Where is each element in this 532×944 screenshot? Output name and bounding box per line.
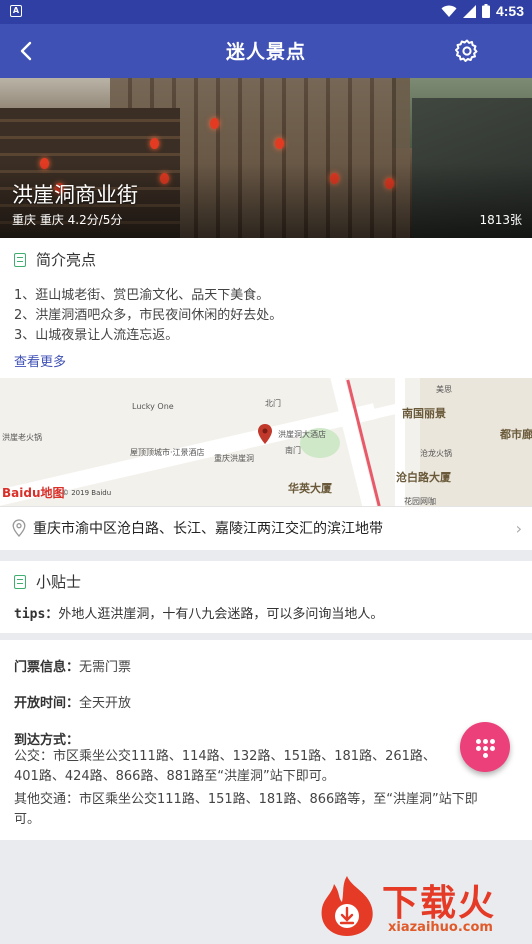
map-label: 南门: [285, 446, 301, 455]
map-label: 美思: [436, 385, 452, 394]
map-label: 屋顶顶城市·江景酒店: [130, 448, 205, 457]
flame-logo-icon: [321, 876, 373, 936]
map-road: [395, 378, 405, 506]
map-label: 沧龙火锅: [420, 449, 452, 458]
tips-heading: 小贴士: [36, 573, 82, 591]
tips-header: 小贴士: [14, 571, 81, 592]
ticket-label: 门票信息：: [14, 660, 80, 675]
status-time: 4:53: [495, 3, 524, 19]
signal-icon: [462, 4, 476, 18]
intro-header: 简介亮点: [14, 249, 96, 270]
document-icon: [14, 252, 26, 267]
open-value: 全天开放: [79, 696, 132, 711]
grid-dots-icon: [476, 739, 495, 758]
bus-route-line: 401路、424路、866路、881路至“洪崖洞”站下即可。: [14, 769, 335, 784]
ticket-info: 门票信息：无需门票: [14, 656, 131, 675]
watermark-title: 下载火: [382, 883, 497, 924]
intro-heading: 简介亮点: [36, 251, 97, 269]
map-block: [420, 378, 532, 506]
tips-body: tips：外地人逛洪崖洞，十有八九会迷路，可以多问询当地人。: [14, 603, 383, 622]
floating-menu-button[interactable]: [460, 722, 510, 772]
tips-text: 外地人逛洪崖洞，十有八九会迷路，可以多问询当地人。: [58, 607, 384, 622]
address-row[interactable]: 重庆市渝中区沧白路、长江、嘉陵江两江交汇的滨江地带 ›: [0, 506, 532, 550]
tips-card: 小贴士 tips：外地人逛洪崖洞，十有八九会迷路，可以多问询当地人。: [0, 561, 532, 633]
app-bar: 迷人景点: [0, 24, 532, 78]
intro-line: 3、山城夜景让人流连忘返。: [14, 328, 179, 343]
chevron-right-icon[interactable]: ›: [516, 519, 522, 538]
attraction-name: 洪崖洞商业街: [12, 183, 138, 207]
open-label: 开放时间：: [14, 696, 80, 711]
settings-gear-icon[interactable]: [454, 38, 480, 64]
intro-line: 2、洪崖洞酒吧众多，市民夜间休闲的好去处。: [14, 308, 283, 323]
map-bold-label: 南国丽景: [402, 407, 446, 420]
map-label: 洪崖老火锅: [2, 433, 42, 442]
intro-card: 简介亮点 1、逛山城老街、赏巴渝文化、品天下美食。 2、洪崖洞酒吧众多，市民夜间…: [0, 238, 532, 378]
watermark-url: xiazaihuo.com: [388, 920, 493, 935]
map-label: 花园网咖: [404, 497, 436, 506]
watermark: 下载火 xiazaihuo.com: [312, 870, 528, 942]
document-icon: [14, 574, 26, 589]
map-bold-label: 华英大厦: [288, 482, 332, 495]
hero-photo[interactable]: 洪崖洞商业街 重庆 重庆 4.2分/5分 1813张: [0, 78, 532, 238]
other-route-line: 其他交通：市区乘坐公交111路、151路、181路、866路等，至“洪崖洞”站下…: [14, 792, 478, 807]
status-right: 4:53: [441, 3, 524, 19]
map-label: 重庆洪崖洞: [214, 454, 254, 463]
map-view[interactable]: Lucky One 北门 洪崖洞大酒店 南门 屋顶顶城市·江景酒店 重庆洪崖洞 …: [0, 378, 532, 506]
route-label: 到达方式：: [14, 733, 80, 748]
status-bar: A 4:53: [0, 0, 532, 24]
bus-route-line: 公交：市区乘坐公交111路、114路、132路、151路、181路、261路、: [14, 749, 436, 764]
map-label: 洪崖洞大酒店: [278, 430, 326, 439]
address-text: 重庆市渝中区沧白路、长江、嘉陵江两江交汇的滨江地带: [33, 521, 383, 537]
map-copyright: © 2019 Baidu: [62, 489, 112, 497]
ticket-value: 无需门票: [79, 660, 132, 675]
page-title: 迷人景点: [225, 41, 306, 63]
photo-count[interactable]: 1813张: [479, 211, 522, 228]
location-pin-icon: [12, 519, 26, 537]
info-card: 门票信息：无需门票 开放时间：全天开放 到达方式： 公交：市区乘坐公交111路、…: [0, 640, 532, 840]
route-heading: 到达方式：: [14, 729, 79, 748]
map-bold-label: 沧白路大厦: [396, 471, 451, 484]
wifi-icon: [441, 5, 457, 17]
map-bold-label: 都市廊: [500, 428, 532, 441]
attraction-rating: 重庆 重庆 4.2分/5分: [12, 213, 123, 227]
other-route-line: 可。: [14, 812, 41, 827]
tips-label: tips：: [14, 607, 59, 622]
see-more-link[interactable]: 查看更多: [14, 351, 66, 370]
open-hours: 开放时间：全天开放: [14, 692, 131, 711]
map-logo: Baidu地图: [2, 486, 65, 500]
notification-icon: A: [10, 5, 22, 17]
battery-icon: [481, 4, 490, 18]
map-label: 北门: [265, 399, 281, 408]
intro-line: 1、逛山城老街、赏巴渝文化、品天下美食。: [14, 288, 270, 303]
map-label: Lucky One: [132, 402, 174, 411]
map-pin-icon: [258, 424, 272, 444]
